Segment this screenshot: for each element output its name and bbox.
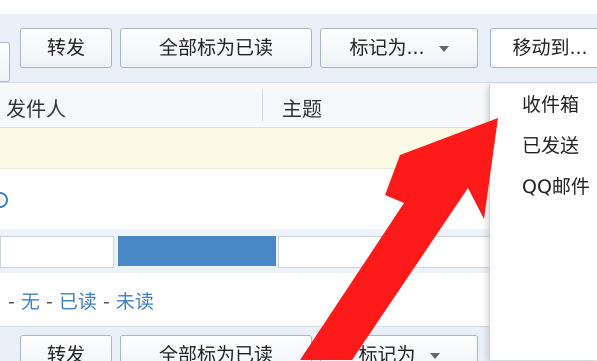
filter-read-link[interactable]: 已读 <box>59 291 97 313</box>
forward-label: 转发 <box>46 37 85 59</box>
column-divider[interactable] <box>262 89 263 121</box>
menu-item-qq-mail[interactable]: QQ邮件 <box>522 172 590 199</box>
move-to-menu: 收件箱 已发送 QQ邮件 <box>489 84 597 360</box>
column-subject[interactable]: 主题 <box>282 93 322 122</box>
mark-all-read-button[interactable]: 全部标为已读 <box>120 28 312 68</box>
mark-as-label: 标记为... <box>349 37 425 59</box>
move-to-label: 移动到... <box>512 37 588 59</box>
forward-button[interactable]: 转发 <box>20 28 112 68</box>
progress-segment-filled <box>118 236 276 266</box>
progress-segment-empty <box>0 236 114 268</box>
menu-item-inbox[interactable]: 收件箱 <box>522 90 579 117</box>
filter-separator: - <box>8 291 15 313</box>
chevron-down-icon <box>429 352 440 359</box>
menu-item-sent[interactable]: 已发送 <box>522 131 579 158</box>
forward-button-bottom[interactable]: 转发 <box>20 335 112 361</box>
filter-none-link[interactable]: 无 <box>21 291 40 313</box>
filter-separator: - <box>45 291 53 313</box>
progress-segment-empty-2 <box>278 236 492 268</box>
mark-as-dropdown[interactable]: 标记为... <box>320 28 478 68</box>
mark-all-read-button-bottom[interactable]: 全部标为已读 <box>120 335 312 361</box>
chevron-down-icon <box>438 45 449 52</box>
mark-as-dropdown-bottom[interactable]: 标记为 <box>320 335 478 361</box>
forward-label-bottom: 转发 <box>46 344 85 361</box>
mail-toolbar: 转发 全部标为已读 标记为... 移动到... <box>0 14 597 83</box>
window-top-strip <box>0 0 597 14</box>
mark-all-read-label-bottom: 全部标为已读 <box>158 344 273 361</box>
filter-separator: - <box>102 291 110 313</box>
mark-as-label-bottom: 标记为 <box>358 344 416 361</box>
column-sender[interactable]: 发件人 <box>6 93 66 122</box>
filter-unread-link[interactable]: 未读 <box>116 291 154 313</box>
mark-all-read-label: 全部标为已读 <box>158 37 273 59</box>
move-to-dropdown[interactable]: 移动到... <box>490 28 597 68</box>
prev-button-partial[interactable] <box>0 42 10 82</box>
